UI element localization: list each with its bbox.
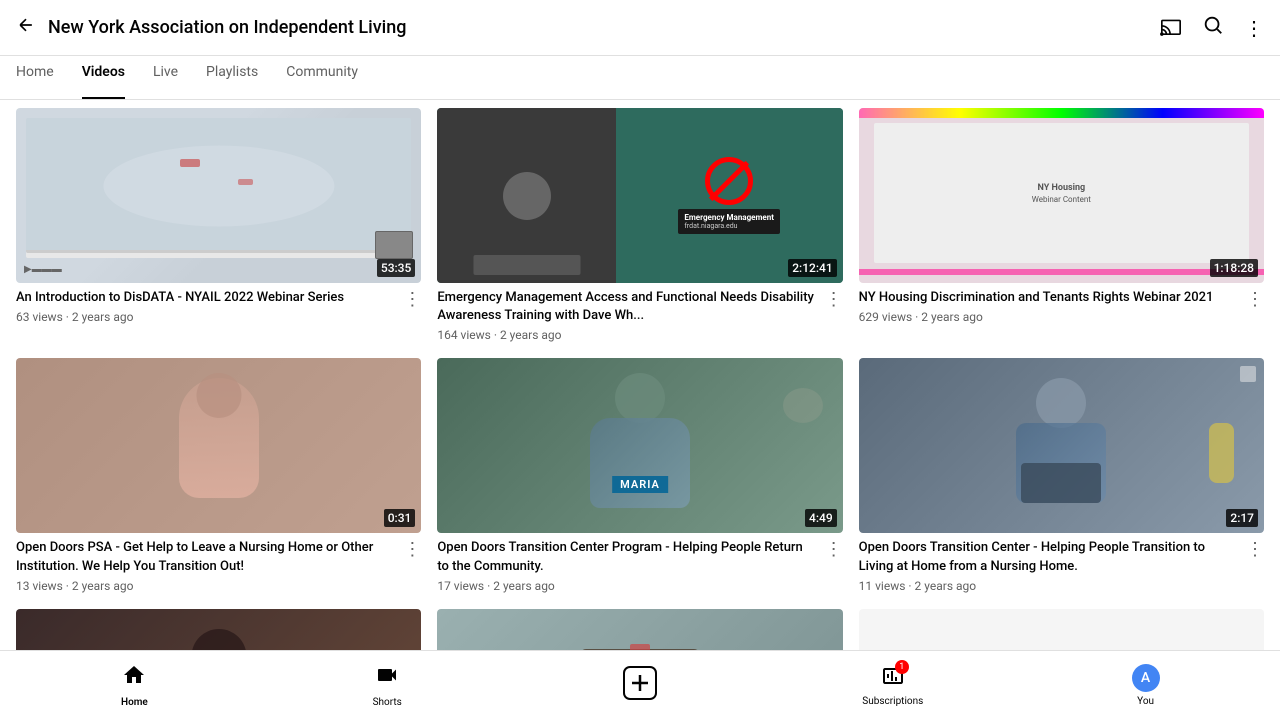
search-icon[interactable] [1202,14,1224,41]
video-thumbnail-1: ▶▬▬▬ 53:35 [16,108,421,283]
video-title-6: Open Doors Transition Center - Helping P… [859,539,1238,575]
more-options-button-1[interactable]: ⋮ [403,289,421,310]
tab-videos[interactable]: Videos [82,56,125,99]
video-duration-3: 1:18:28 [1210,259,1258,277]
add-icon [622,665,658,707]
video-card-3[interactable]: NY Housing Webinar Content 1:18:28 NY Ho… [859,108,1264,342]
avatar: A [1132,664,1160,692]
nav-you[interactable]: A You [1019,664,1272,707]
bottom-navigation: Home Shorts 1 Subscriptions A You [0,650,1280,720]
home-label: Home [121,697,148,708]
video-card-8[interactable] [437,609,842,650]
video-info-6: Open Doors Transition Center - Helping P… [859,539,1264,592]
channel-title: New York Association on Independent Livi… [48,17,1160,38]
video-title-3: NY Housing Discrimination and Tenants Ri… [859,289,1214,307]
channel-nav: Home Videos Live Playlists Community [0,56,1280,100]
video-duration-4: 0:31 [384,509,416,527]
video-meta-1: 63 views · 2 years ago [16,310,352,324]
tab-playlists[interactable]: Playlists [206,56,258,99]
video-thumbnail-2: Emergency Management frdat.niagara.edu 2… [437,108,842,283]
video-title-1: An Introduction to DisDATA - NYAIL 2022 … [16,289,344,307]
nav-home[interactable]: Home [8,663,261,708]
video-thumbnail-5: MARIA 4:49 [437,358,842,533]
video-duration-6: 2:17 [1226,509,1258,527]
video-info-1: An Introduction to DisDATA - NYAIL 2022 … [16,289,421,324]
cast-icon[interactable] [1160,14,1182,41]
video-info-4: Open Doors PSA - Get Help to Leave a Nur… [16,539,421,592]
video-title-4: Open Doors PSA - Get Help to Leave a Nur… [16,539,395,575]
subscriptions-label: Subscriptions [862,696,923,707]
more-options-icon[interactable]: ⋮ [1244,16,1264,40]
you-label: You [1137,696,1154,707]
video-info-2: Emergency Management Access and Function… [437,289,842,342]
video-thumbnail-3: NY Housing Webinar Content 1:18:28 [859,108,1264,283]
video-thumbnail-6: 2:17 [859,358,1264,533]
video-info-3: NY Housing Discrimination and Tenants Ri… [859,289,1264,324]
header-actions: ⋮ [1160,14,1264,41]
video-card-6[interactable]: 2:17 Open Doors Transition Center - Help… [859,358,1264,592]
header: New York Association on Independent Livi… [0,0,1280,56]
more-options-button-4[interactable]: ⋮ [403,539,421,560]
subscriptions-badge: 1 [895,660,909,674]
video-card-1[interactable]: ▶▬▬▬ 53:35 An Introduction to DisDATA - … [16,108,421,342]
video-meta-3: 629 views · 2 years ago [859,310,1222,324]
video-thumbnail-8 [437,609,842,650]
more-options-button-5[interactable]: ⋮ [825,539,843,560]
video-meta-5: 17 views · 2 years ago [437,579,824,593]
maria-label: MARIA [612,476,668,493]
video-duration-5: 4:49 [805,509,837,527]
video-card-5[interactable]: MARIA 4:49 Open Doors Transition Center … [437,358,842,592]
video-card-9[interactable]: LANGUAGE IS POWER ✦ Language is power. W… [859,609,1264,650]
more-options-button-3[interactable]: ⋮ [1246,289,1264,310]
shorts-icon [375,663,399,693]
video-card-2[interactable]: Emergency Management frdat.niagara.edu 2… [437,108,842,342]
video-card-7[interactable] [16,609,421,650]
tab-community[interactable]: Community [286,56,358,99]
video-meta-6: 11 views · 2 years ago [859,579,1246,593]
nav-add[interactable] [514,665,767,707]
video-thumbnail-4: 0:31 [16,358,421,533]
nav-shorts[interactable]: Shorts [261,663,514,708]
video-info-5: Open Doors Transition Center Program - H… [437,539,842,592]
shorts-label: Shorts [373,697,402,708]
tab-home[interactable]: Home [16,56,54,99]
video-meta-4: 13 views · 2 years ago [16,579,403,593]
nav-subscriptions[interactable]: 1 Subscriptions [766,664,1019,707]
video-title-2: Emergency Management Access and Function… [437,289,816,325]
video-thumbnail-7 [16,609,421,650]
video-grid: ▶▬▬▬ 53:35 An Introduction to DisDATA - … [0,100,1280,650]
home-icon [122,663,146,693]
video-grid-container: ▶▬▬▬ 53:35 An Introduction to DisDATA - … [0,100,1280,650]
more-options-button-2[interactable]: ⋮ [825,289,843,310]
tab-live[interactable]: Live [153,56,178,99]
video-meta-2: 164 views · 2 years ago [437,328,824,342]
video-duration-2: 2:12:41 [788,259,836,277]
video-duration-1: 53:35 [377,259,415,277]
video-card-4[interactable]: 0:31 Open Doors PSA - Get Help to Leave … [16,358,421,592]
back-button[interactable] [16,15,36,40]
more-options-button-6[interactable]: ⋮ [1246,539,1264,560]
play-bar-icon: ▶▬▬▬ [24,264,62,275]
video-thumbnail-9: LANGUAGE IS POWER ✦ Language is power. W… [859,609,1264,650]
subscriptions-badge-container: 1 [881,664,905,692]
video-title-5: Open Doors Transition Center Program - H… [437,539,816,575]
